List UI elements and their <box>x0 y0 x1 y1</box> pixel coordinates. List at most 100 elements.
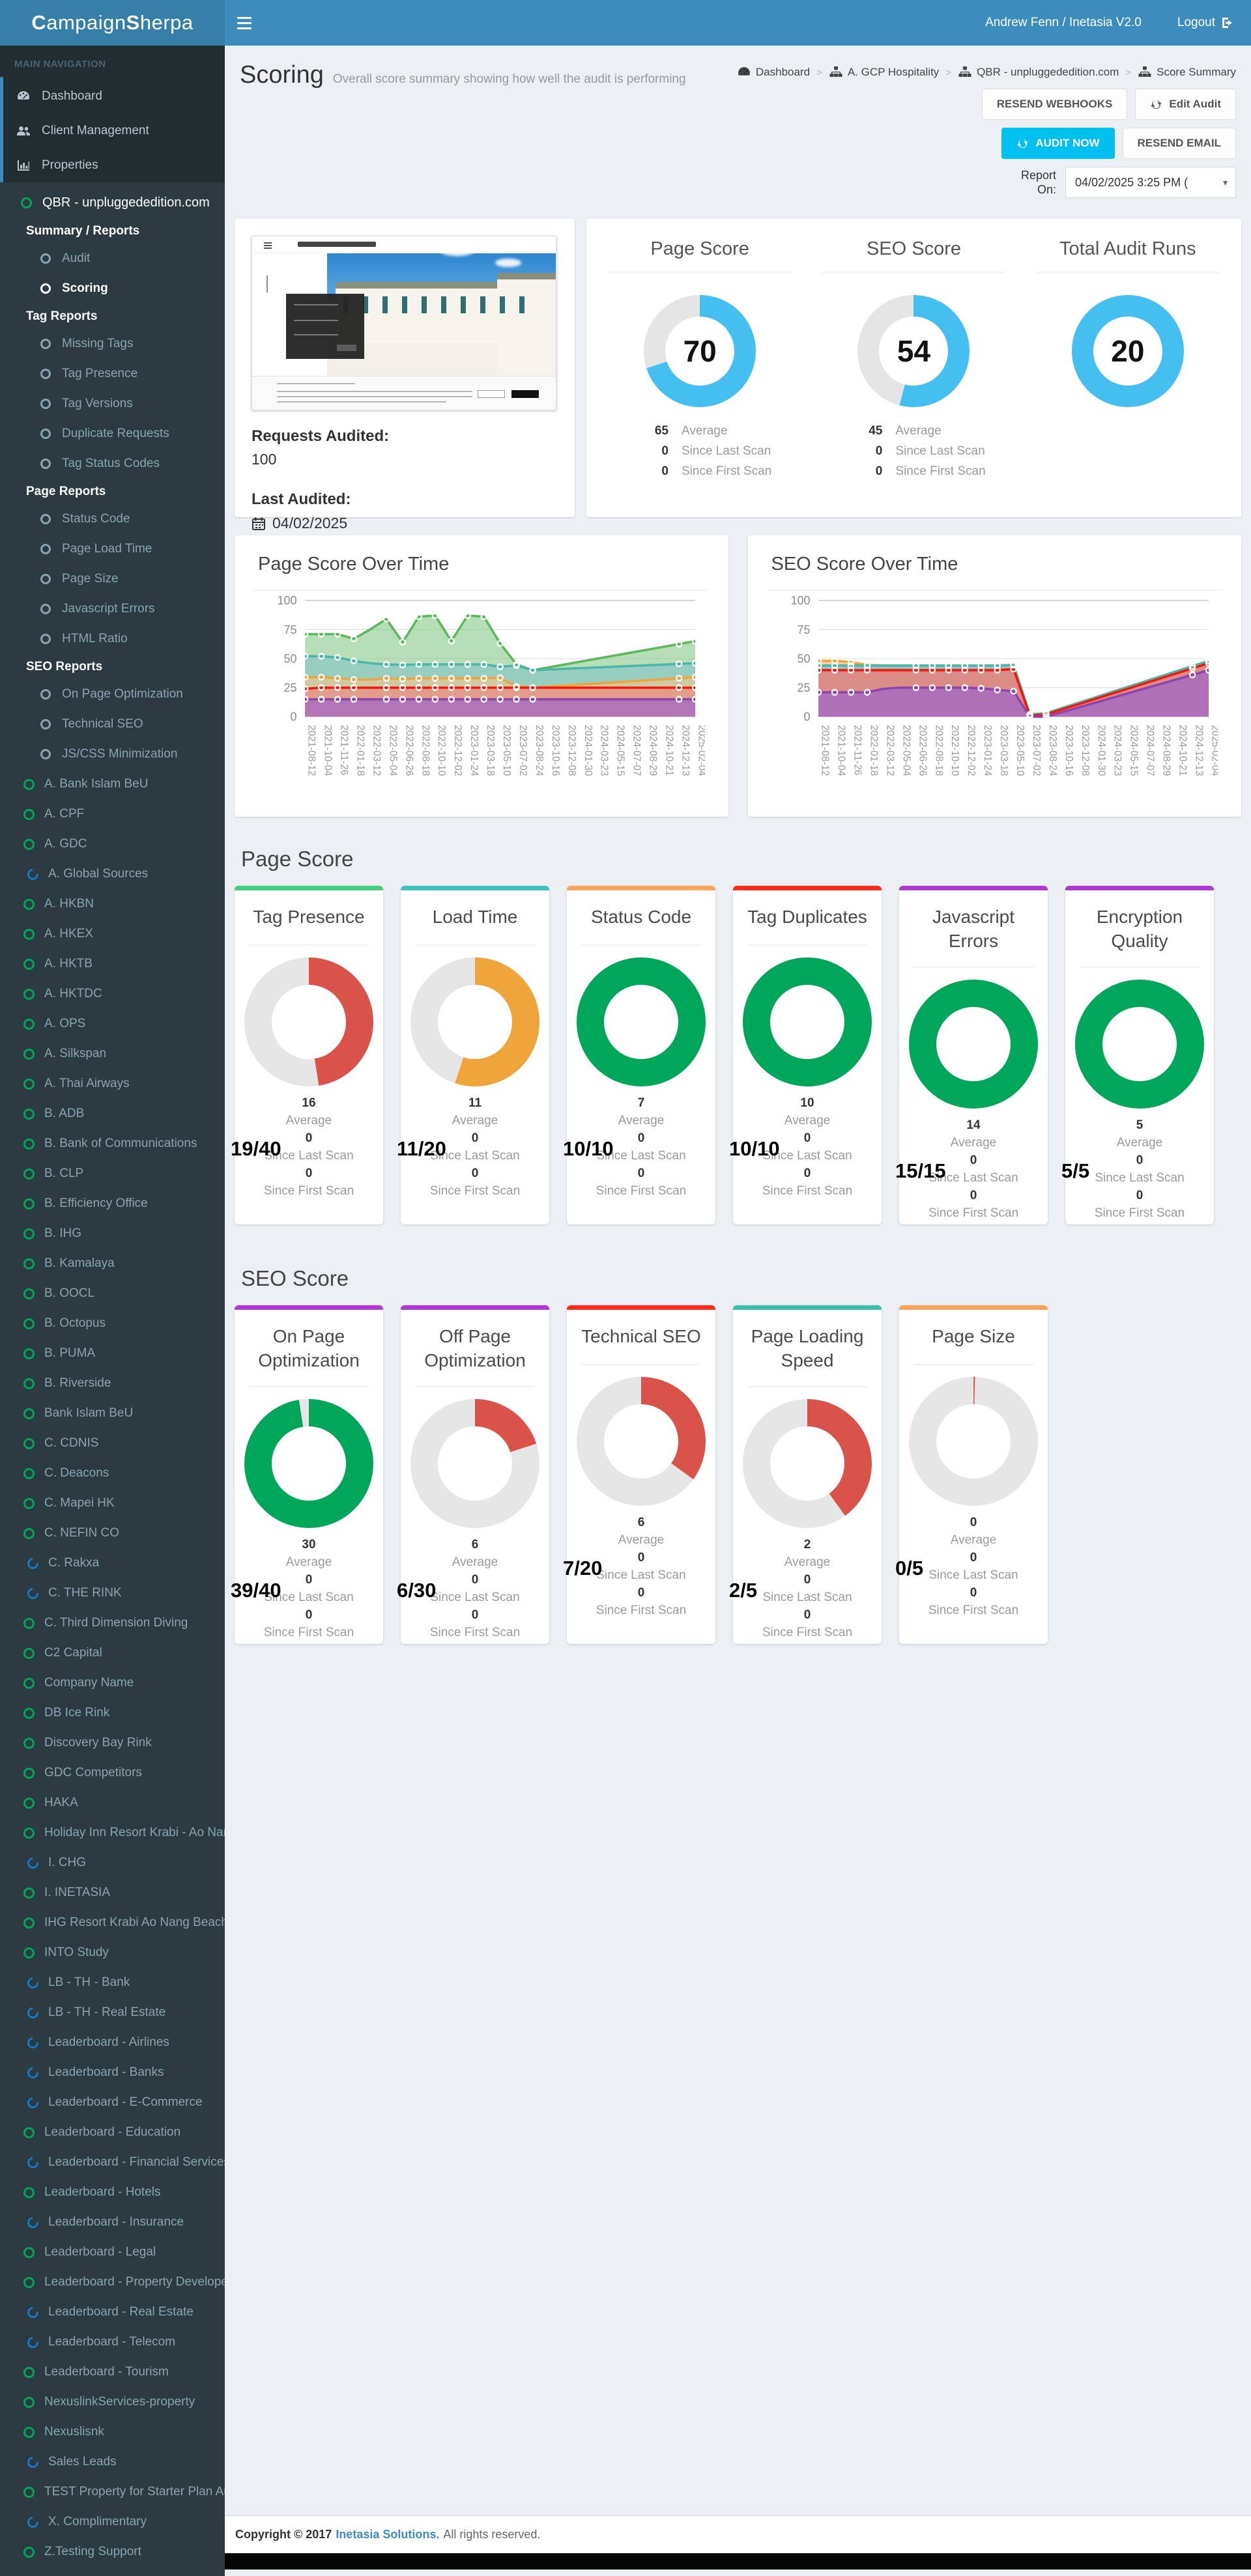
sidebar-property-gdc-competitors[interactable]: GDC Competitors <box>0 1758 225 1788</box>
sidebar-property-company-name[interactable]: Company Name <box>0 1668 225 1698</box>
sidebar-property-leaderboard-tourism[interactable]: Leaderboard - Tourism <box>0 2357 225 2387</box>
sidebar-property-a-hktb[interactable]: A. HKTB <box>0 949 225 979</box>
sidebar-property-a-thai-airways[interactable]: A. Thai Airways <box>0 1069 225 1099</box>
sidebar-property-leaderboard-banks[interactable]: Leaderboard - Banks <box>0 2058 225 2088</box>
sidebar-property-c-rakxa[interactable]: C. Rakxa <box>0 1548 225 1578</box>
sidebar-item-page-load-time[interactable]: Page Load Time <box>0 534 225 564</box>
sidebar-property-a-cpf[interactable]: A. CPF <box>0 799 225 829</box>
sidebar-item-page-size[interactable]: Page Size <box>0 564 225 594</box>
card-accent-bar <box>235 1305 383 1310</box>
sidebar-property-ihg-resort-krabi-ao-nang-beach[interactable]: IHG Resort Krabi Ao Nang Beach <box>0 1908 225 1938</box>
breadcrumb-item-a-gcp-hospitality[interactable]: A. GCP Hospitality <box>829 65 939 79</box>
sidebar-property-b-riverside[interactable]: B. Riverside <box>0 1368 225 1398</box>
sidebar-property-b-octopus[interactable]: B. Octopus <box>0 1309 225 1338</box>
audit-now-button[interactable]: AUDIT NOW <box>1001 128 1114 159</box>
sidebar-property-a-silkspan[interactable]: A. Silkspan <box>0 1039 225 1069</box>
sidebar-item-missing-tags[interactable]: Missing Tags <box>0 329 225 359</box>
sidebar-item-technical-seo[interactable]: Technical SEO <box>0 709 225 739</box>
breadcrumb-item-score-summary[interactable]: Score Summary <box>1138 65 1236 79</box>
sidebar-property-b-efficiency-office[interactable]: B. Efficiency Office <box>0 1189 225 1219</box>
sidebar-property-c-third-dimension-diving[interactable]: C. Third Dimension Diving <box>0 1608 225 1638</box>
sidebar-item-client-management[interactable]: Client Management <box>0 113 225 148</box>
summary-value: 20 <box>1111 333 1144 369</box>
sidebar-item-html-ratio[interactable]: HTML Ratio <box>0 624 225 654</box>
sidebar-property-sales-leads[interactable]: Sales Leads <box>0 2447 225 2477</box>
sidebar-item-duplicate-requests[interactable]: Duplicate Requests <box>0 419 225 449</box>
thumbnail-cookie-accept-button <box>511 390 539 398</box>
footer-company-link[interactable]: Inetasia Solutions. <box>336 2528 439 2541</box>
sidebar-property-c-deacons[interactable]: C. Deacons <box>0 1458 225 1488</box>
sidebar-property-i-chg[interactable]: I. CHG <box>0 1848 225 1878</box>
sidebar-property-leaderboard-e-commerce[interactable]: Leaderboard - E-Commerce <box>0 2088 225 2117</box>
sidebar-property-leaderboard-real-estate[interactable]: Leaderboard - Real Estate <box>0 2297 225 2327</box>
sidebar-property-bank-islam-beu[interactable]: Bank Islam BeU <box>0 1398 225 1428</box>
sidebar-property-z-testing-support[interactable]: Z.Testing Support <box>0 2537 225 2567</box>
sidebar-property-nexuslinkservices-property[interactable]: NexuslinkServices-property <box>0 2387 225 2417</box>
breadcrumb-item-dashboard[interactable]: Dashboard <box>737 65 810 79</box>
sidebar-property-lb-th-bank[interactable]: LB - TH - Bank <box>0 1968 225 1998</box>
sidebar-item-dashboard[interactable]: Dashboard <box>0 79 225 113</box>
sidebar-property-b-oocl[interactable]: B. OOCL <box>0 1279 225 1309</box>
sidebar-property-i-inetasia[interactable]: I. INETASIA <box>0 1878 225 1908</box>
sidebar-property-leaderboard-financial-services[interactable]: Leaderboard - Financial Services <box>0 2147 225 2177</box>
sidebar-property-a-ops[interactable]: A. OPS <box>0 1009 225 1039</box>
sidebar-item-tag-status-codes[interactable]: Tag Status Codes <box>0 449 225 479</box>
sidebar-property-test-property-for-starter-plan-audit[interactable]: TEST Property for Starter Plan Audit <box>0 2477 225 2507</box>
sidebar-property-leaderboard-insurance[interactable]: Leaderboard - Insurance <box>0 2207 225 2237</box>
stat-label: Since First Scan <box>244 1182 374 1200</box>
sidebar-item-qbr-property[interactable]: QBR - unpluggededition.com <box>0 189 225 218</box>
sidebar-property-a-hktdc[interactable]: A. HKTDC <box>0 979 225 1009</box>
sidebar-property-a-global-sources[interactable]: A. Global Sources <box>0 859 225 889</box>
sidebar-property-b-ihg[interactable]: B. IHG <box>0 1219 225 1249</box>
sidebar-property-into-study[interactable]: INTO Study <box>0 1938 225 1968</box>
edit-audit-button[interactable]: Edit Audit <box>1135 89 1236 120</box>
sidebar-property-leaderboard-airlines[interactable]: Leaderboard - Airlines <box>0 2028 225 2058</box>
logout-button[interactable]: Logout <box>1177 16 1234 30</box>
sidebar-property-nexuslisnk[interactable]: Nexuslisnk <box>0 2417 225 2447</box>
sidebar-item-tag-versions[interactable]: Tag Versions <box>0 389 225 419</box>
brand-logo[interactable]: CampaignSherpa <box>0 0 225 46</box>
sidebar-property-x-complimentary[interactable]: X. Complimentary <box>0 2507 225 2537</box>
sidebar-property-b-adb[interactable]: B. ADB <box>0 1099 225 1129</box>
report-date-select[interactable]: 04/02/2025 3:25 PM ( ▾ <box>1065 167 1236 198</box>
sidebar-property-c-mapei-hk[interactable]: C. Mapei HK <box>0 1488 225 1518</box>
sidebar-property-holiday-inn-resort-krabi-ao-nang[interactable]: Holiday Inn Resort Krabi - Ao Nang <box>0 1818 225 1848</box>
sidebar-property-c2-capital[interactable]: C2 Capital <box>0 1638 225 1668</box>
sidebar-property-leaderboard-legal[interactable]: Leaderboard - Legal <box>0 2237 225 2267</box>
sidebar-property-leaderboard-property-developers[interactable]: Leaderboard - Property Developers <box>0 2267 225 2297</box>
sidebar-item-properties[interactable]: Properties <box>0 148 225 182</box>
sidebar-property-a-bank-islam-beu[interactable]: A. Bank Islam BeU <box>0 769 225 799</box>
sidebar-item-audit[interactable]: Audit <box>0 244 225 274</box>
sidebar-scrollbar[interactable] <box>0 77 3 182</box>
sidebar-property-a-hkbn[interactable]: A. HKBN <box>0 889 225 919</box>
sidebar-property-b-bank-of-communications[interactable]: B. Bank of Communications <box>0 1129 225 1159</box>
breadcrumb-item-qbr-unpluggededition-com[interactable]: QBR - unpluggededition.com <box>958 65 1119 79</box>
sidebar-item-js-css-minimization[interactable]: JS/CSS Minimization <box>0 739 225 769</box>
sidebar-property-db-ice-rink[interactable]: DB Ice Rink <box>0 1698 225 1728</box>
sidebar-item-status-code[interactable]: Status Code <box>0 504 225 534</box>
sidebar-item-tag-presence[interactable]: Tag Presence <box>0 359 225 389</box>
sidebar-property-b-puma[interactable]: B. PUMA <box>0 1338 225 1368</box>
svg-text:25: 25 <box>797 681 810 694</box>
resend-webhooks-button[interactable]: RESEND WEBHOOKS <box>982 89 1128 120</box>
sidebar-item-scoring[interactable]: Scoring <box>0 274 225 304</box>
sidebar-property-discovery-bay-rink[interactable]: Discovery Bay Rink <box>0 1728 225 1758</box>
sidebar-toggle-icon[interactable] <box>225 0 264 46</box>
sidebar-property-leaderboard-telecom[interactable]: Leaderboard - Telecom <box>0 2327 225 2357</box>
sidebar-item-on-page-optimization[interactable]: On Page Optimization <box>0 679 225 709</box>
sidebar-property-lb-th-real-estate[interactable]: LB - TH - Real Estate <box>0 1998 225 2028</box>
sidebar-property-a-hkex[interactable]: A. HKEX <box>0 919 225 949</box>
sidebar-property-c-nefin-co[interactable]: C. NEFIN CO <box>0 1518 225 1548</box>
sidebar-property-c-the-rink[interactable]: C. THE RINK <box>0 1578 225 1608</box>
sidebar-property-haka[interactable]: HAKA <box>0 1788 225 1818</box>
sidebar-property-leaderboard-education[interactable]: Leaderboard - Education <box>0 2117 225 2147</box>
sidebar-property-b-kamalaya[interactable]: B. Kamalaya <box>0 1249 225 1279</box>
svg-text:2022-05-04: 2022-05-04 <box>900 725 912 776</box>
sidebar-property-a-gdc[interactable]: A. GDC <box>0 829 225 859</box>
sidebar-property-c-cdnis[interactable]: C. CDNIS <box>0 1428 225 1458</box>
resend-email-button[interactable]: RESEND EMAIL <box>1123 128 1236 159</box>
sidebar-property-leaderboard-hotels[interactable]: Leaderboard - Hotels <box>0 2177 225 2207</box>
sidebar-property-b-clp[interactable]: B. CLP <box>0 1159 225 1189</box>
sidebar-item-javascript-errors[interactable]: Javascript Errors <box>0 594 225 624</box>
user-name[interactable]: Andrew Fenn / Inetasia V2.0 <box>985 16 1142 30</box>
